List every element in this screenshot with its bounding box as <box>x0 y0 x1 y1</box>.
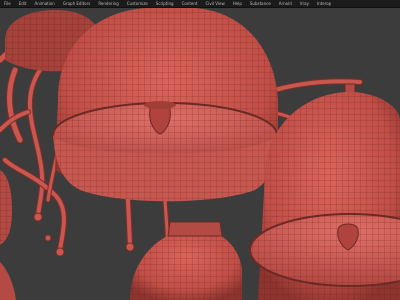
menu-content[interactable]: Content <box>178 0 202 7</box>
bottom-lamp-shade <box>130 221 242 300</box>
main-lamp-shade <box>52 8 278 202</box>
menu-edit[interactable]: Edit <box>15 0 31 7</box>
viewport-canvas[interactable] <box>0 8 400 300</box>
menu-graph-editors[interactable]: Graph Editors <box>59 0 94 7</box>
menu-arnold[interactable]: Arnold <box>275 0 296 7</box>
menu-interop[interactable]: Interop <box>313 0 335 7</box>
menu-customize[interactable]: Customize <box>123 0 152 7</box>
menu-rendering[interactable]: Rendering <box>94 0 122 7</box>
left-edge-dome <box>0 170 16 300</box>
menu-bar: File Edit Animation Graph Editors Render… <box>0 0 400 8</box>
menu-animation[interactable]: Animation <box>30 0 58 7</box>
menu-substance[interactable]: Substance <box>246 0 275 7</box>
menu-scripting[interactable]: Scripting <box>152 0 178 7</box>
3d-viewport[interactable] <box>0 8 400 300</box>
menu-file[interactable]: File <box>0 0 15 7</box>
menu-vray[interactable]: Vray <box>296 0 313 7</box>
menu-help[interactable]: Help <box>229 0 246 7</box>
menu-civil-view[interactable]: Civil View <box>201 0 228 7</box>
